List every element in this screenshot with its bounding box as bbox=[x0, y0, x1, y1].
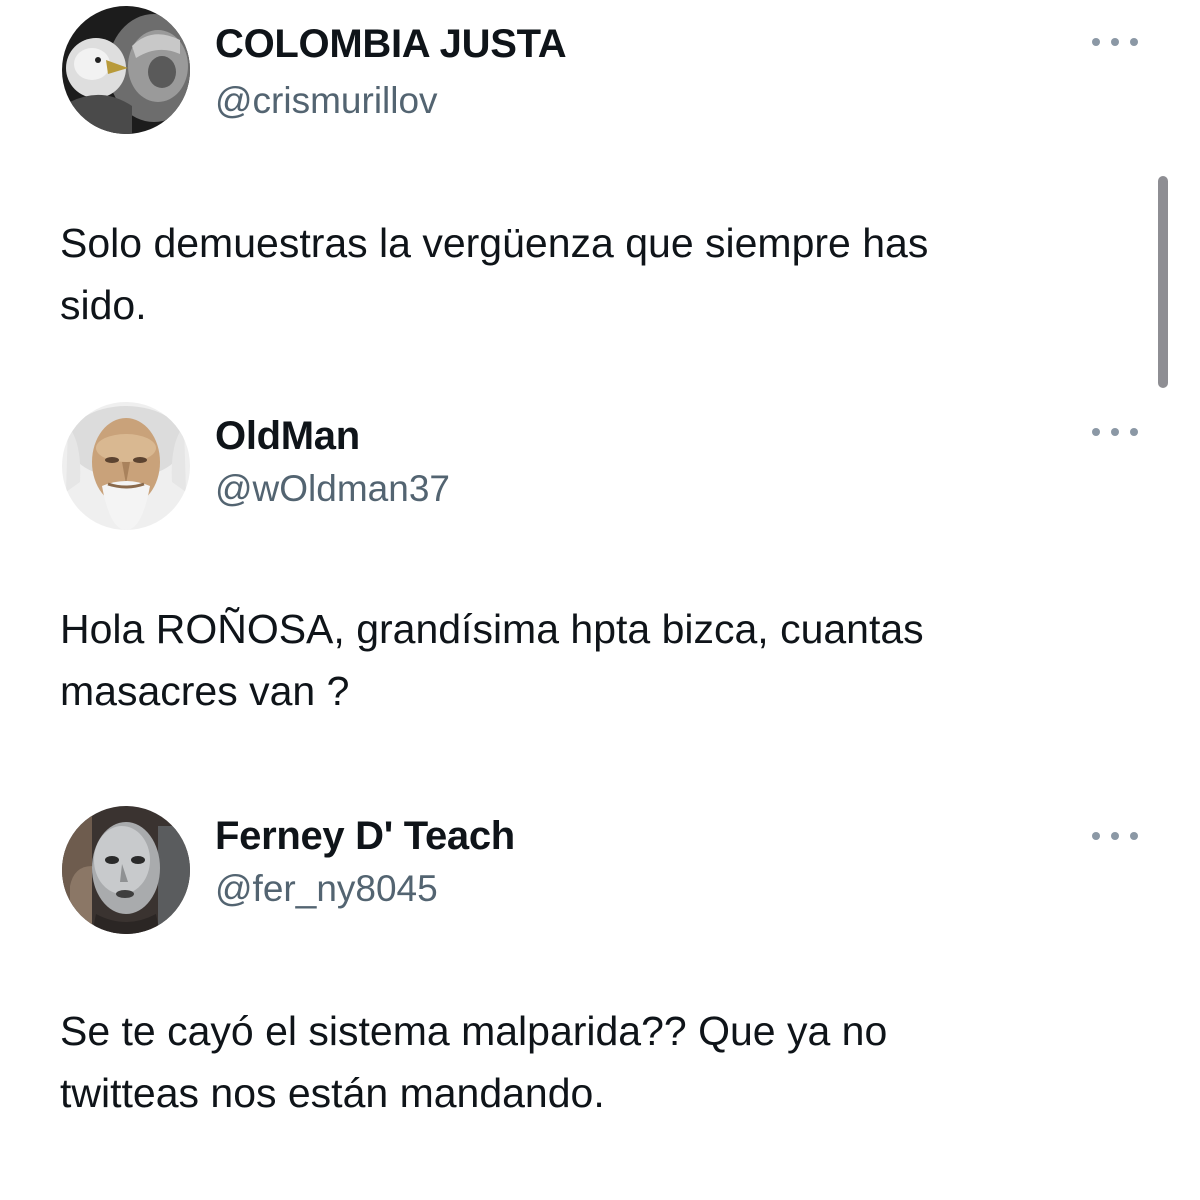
more-horizontal-icon bbox=[1130, 428, 1138, 436]
more-horizontal-icon bbox=[1130, 38, 1138, 46]
more-horizontal-icon bbox=[1111, 832, 1119, 840]
tweet-text: Se te cayó el sistema malparida?? Que ya… bbox=[60, 1000, 1150, 1124]
tweet-3[interactable]: Ferney D' Teach @fer_ny8045 Se te cayó e… bbox=[0, 800, 1160, 1200]
author-name[interactable]: Ferney D' Teach bbox=[215, 814, 515, 859]
avatar-colombia-justa[interactable] bbox=[62, 6, 190, 134]
tweet-text: Solo demuestras la vergüenza que siempre… bbox=[60, 212, 1150, 336]
tweet-text: Hola ROÑOSA, grandísima hpta bizca, cuan… bbox=[60, 598, 1150, 722]
avatar-ferney[interactable] bbox=[62, 806, 190, 934]
tweet-1[interactable]: COLOMBIA JUSTA @crismurillov Solo demues… bbox=[0, 0, 1160, 380]
avatar-oldman[interactable] bbox=[62, 402, 190, 530]
author-handle[interactable]: @wOldman37 bbox=[215, 468, 450, 510]
tweet-2[interactable]: OldMan @wOldman37 Hola ROÑOSA, grandísim… bbox=[0, 396, 1160, 776]
tweet-text-line: Se te cayó el sistema malparida?? Que ya… bbox=[60, 1008, 888, 1054]
tweet-text-line: Solo demuestras la vergüenza que siempre… bbox=[60, 220, 929, 266]
reply-feed: COLOMBIA JUSTA @crismurillov Solo demues… bbox=[0, 0, 1200, 1200]
tweet-text-line: sido. bbox=[60, 282, 147, 328]
old-man-avatar-image bbox=[62, 402, 190, 530]
tweet-text-line: Hola ROÑOSA, grandísima hpta bizca, cuan… bbox=[60, 606, 924, 652]
more-horizontal-icon bbox=[1111, 38, 1119, 46]
more-horizontal-icon bbox=[1092, 428, 1100, 436]
more-horizontal-icon bbox=[1092, 832, 1100, 840]
tweet-text-line: twitteas nos están mandando. bbox=[60, 1070, 605, 1116]
author-name[interactable]: OldMan bbox=[215, 414, 360, 459]
more-options-button[interactable] bbox=[1092, 826, 1138, 846]
tweet-text-line: masacres van ? bbox=[60, 668, 350, 714]
author-name[interactable]: COLOMBIA JUSTA bbox=[215, 22, 567, 67]
more-options-button[interactable] bbox=[1092, 422, 1138, 442]
more-horizontal-icon bbox=[1092, 38, 1100, 46]
more-horizontal-icon bbox=[1130, 832, 1138, 840]
author-handle[interactable]: @crismurillov bbox=[215, 80, 438, 122]
more-options-button[interactable] bbox=[1092, 32, 1138, 52]
lion-eagle-avatar-image bbox=[62, 6, 190, 134]
author-handle[interactable]: @fer_ny8045 bbox=[215, 868, 438, 910]
silver-mask-avatar-image bbox=[62, 806, 190, 934]
scrollbar[interactable] bbox=[1158, 176, 1168, 388]
more-horizontal-icon bbox=[1111, 428, 1119, 436]
